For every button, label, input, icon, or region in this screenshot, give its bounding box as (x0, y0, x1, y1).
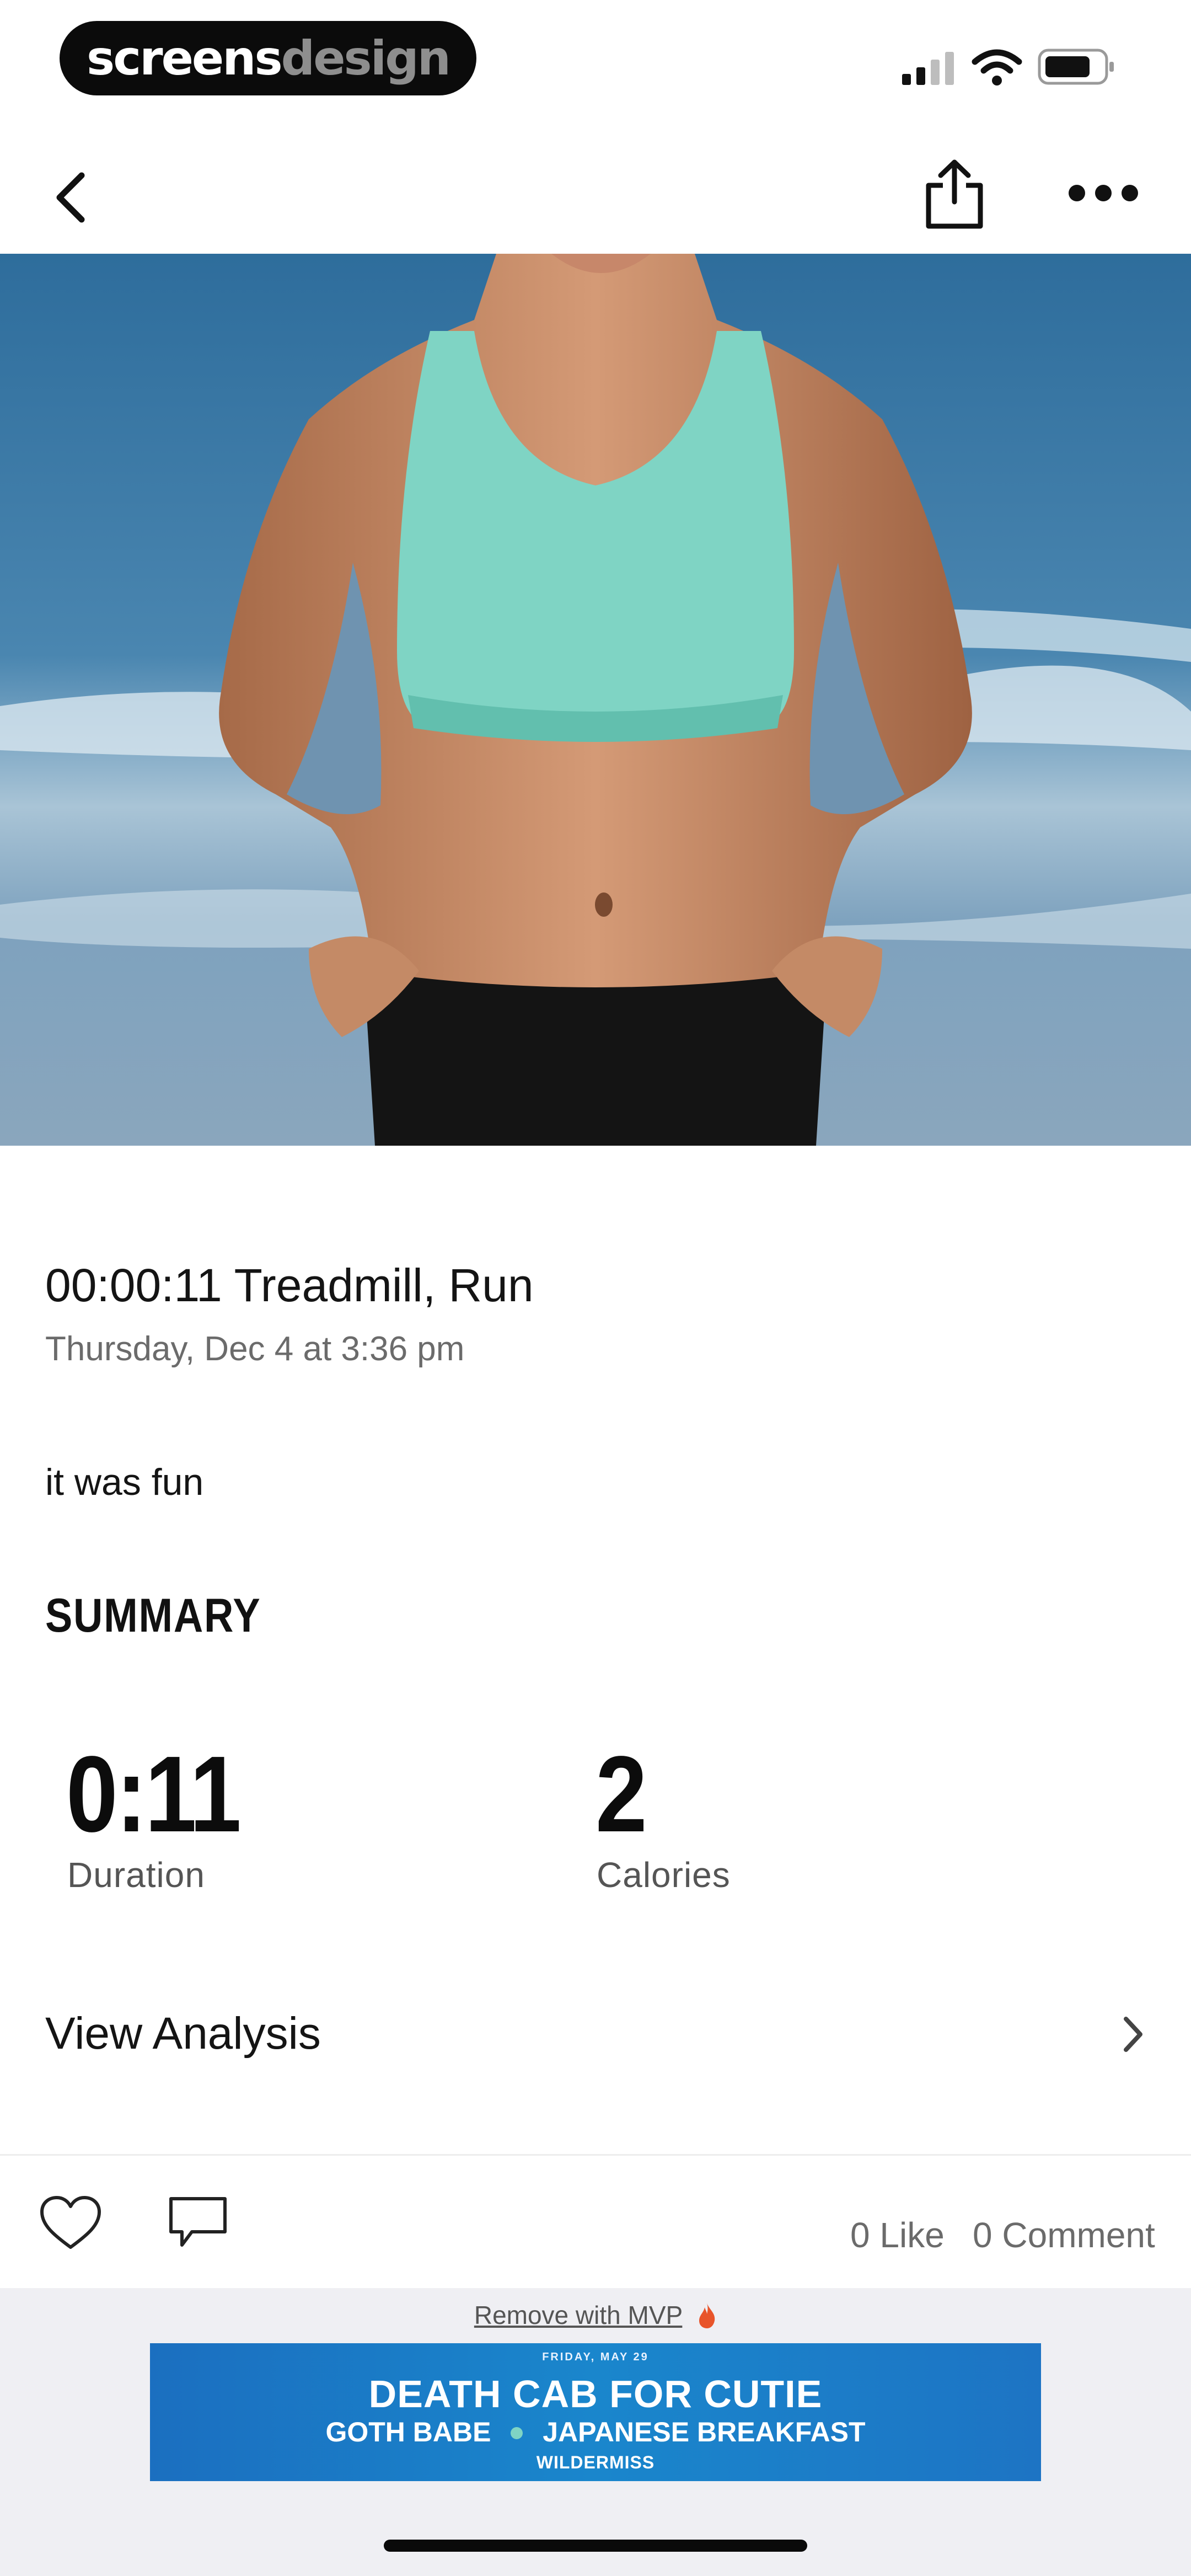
activity-note: it was fun (45, 1461, 204, 1503)
activity-title: 00:00:11 Treadmill, Run (45, 1259, 534, 1311)
ad-headline: DEATH CAB FOR CUTIE (368, 2372, 823, 2415)
remove-ads-link[interactable]: Remove with MVP (0, 2300, 1191, 2330)
flame-icon (699, 2303, 715, 2328)
ad-support-1: GOTH BABE (325, 2417, 491, 2447)
like-count[interactable]: 0 Like (850, 2215, 945, 2256)
ad-support-2: JAPANESE BREAKFAST (543, 2417, 866, 2447)
duration-value: 0:11 (66, 1734, 242, 1854)
calories-label: Calories (597, 1855, 731, 1895)
comment-icon[interactable] (168, 2195, 228, 2251)
view-analysis-label: View Analysis (45, 2008, 321, 2059)
status-bar: screens design (0, 0, 1191, 127)
brand-word-design: design (281, 30, 451, 86)
calories-value: 2 (596, 1734, 647, 1854)
chevron-right-icon (1124, 2017, 1142, 2052)
home-indicator[interactable] (384, 2540, 807, 2552)
signal-bars-icon (902, 52, 954, 85)
ad-support-acts: GOTH BABE JAPANESE BREAKFAST (150, 2416, 1041, 2448)
activity-date: Thursday, Dec 4 at 3:36 pm (45, 1330, 465, 1368)
remove-ads-label: Remove with MVP (474, 2301, 683, 2329)
activity-photo (0, 254, 1191, 1146)
comment-count[interactable]: 0 Comment (973, 2215, 1155, 2256)
summary-heading: SUMMARY (45, 1589, 261, 1642)
separator-dot-icon (511, 2427, 523, 2439)
share-button[interactable] (921, 159, 988, 231)
duration-label: Duration (67, 1855, 205, 1895)
more-options-button[interactable] (1067, 182, 1139, 204)
wifi-icon (972, 49, 1022, 85)
brand-logo: screens design (60, 21, 476, 95)
heart-icon[interactable] (39, 2194, 103, 2252)
brand-word-screens: screens (87, 30, 283, 86)
battery-icon (1038, 49, 1114, 85)
back-button[interactable] (50, 170, 94, 225)
navigation-bar (0, 127, 1191, 254)
ad-date: FRIDAY, MAY 29 (542, 2351, 649, 2363)
ad-banner[interactable]: FRIDAY, MAY 29 DEATH CAB FOR CUTIE GOTH … (150, 2343, 1041, 2481)
ad-footer: WILDERMISS (536, 2452, 655, 2472)
beach-runner-illustration (0, 254, 1191, 1146)
